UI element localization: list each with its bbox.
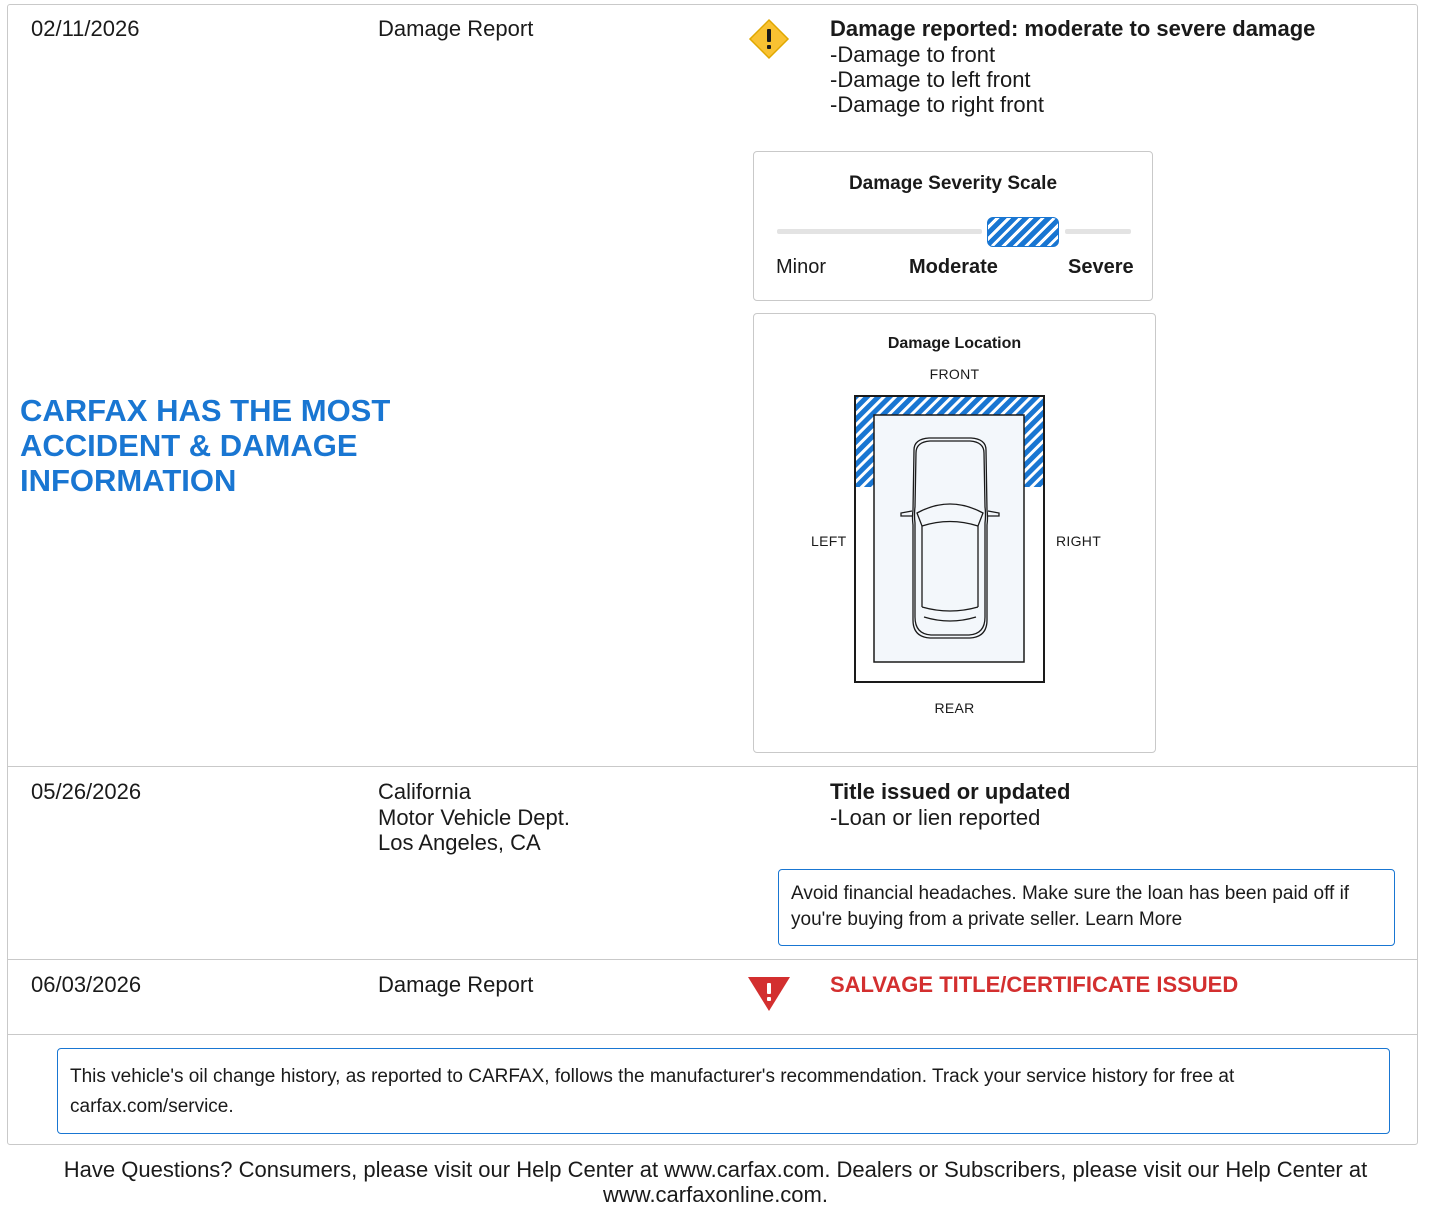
alert-triangle-icon (748, 977, 790, 1011)
severity-track (1065, 229, 1131, 234)
salvage-headline: SALVAGE TITLE/CERTIFICATE ISSUED (830, 972, 1239, 997)
severity-label-minor: Minor (776, 256, 827, 278)
record-date: 02/11/2026 (31, 16, 140, 41)
location-title: Damage Location (887, 335, 1022, 352)
damage-details: -Damage to front -Damage to left front -… (830, 42, 1044, 117)
location-right-label: RIGHT (1056, 533, 1102, 549)
severity-scale-card: Damage Severity Scale Minor Moderate Sev… (753, 151, 1153, 301)
title-detail: -Loan or lien reported (830, 805, 1041, 830)
warning-diamond-icon (748, 18, 790, 60)
record-source-line: California (378, 779, 471, 804)
record-date: 06/03/2026 (31, 972, 142, 997)
loan-tip-text: Avoid financial headaches. Make sure the… (791, 883, 1350, 930)
severity-label-moderate: Moderate (909, 256, 998, 278)
oil-notice-box: This vehicle's oil change history, as re… (57, 1048, 1390, 1134)
row-divider (8, 766, 1418, 767)
location-front-label: FRONT (929, 366, 980, 382)
record-date: 05/26/2026 (31, 779, 142, 804)
record-source-line: Los Angeles, CA (378, 830, 541, 855)
damage-detail-item: -Damage to left front (830, 67, 1031, 92)
severity-label-severe: Severe (1068, 256, 1134, 278)
car-diagram (854, 395, 1045, 683)
learn-more-link[interactable]: Learn More (1085, 909, 1182, 930)
severity-title: Damage Severity Scale (848, 173, 1058, 194)
footer-text: Have Questions? Consumers, please visit … (63, 1157, 1368, 1207)
oil-notice-text: This vehicle's oil change history, as re… (70, 1066, 1235, 1117)
loan-tip-box: Avoid financial headaches. Make sure the… (778, 869, 1395, 946)
damage-location-card: Damage Location FRONT REAR LEFT RIGHT (753, 313, 1156, 753)
title-headline: Title issued or updated (830, 779, 1071, 804)
location-rear-label: REAR (934, 700, 975, 716)
record-source: Damage Report (378, 16, 534, 41)
promo-text: CARFAX HAS THE MOST ACCIDENT & DAMAGE IN… (20, 393, 391, 498)
record-source-line: Motor Vehicle Dept. (378, 805, 570, 830)
row-divider (8, 1034, 1418, 1035)
damage-detail-item: -Damage to right front (830, 92, 1044, 117)
damage-detail-item: -Damage to front (830, 42, 996, 67)
record-source: Damage Report (378, 972, 534, 997)
damage-headline: Damage reported: moderate to severe dama… (830, 16, 1316, 41)
row-divider (8, 959, 1418, 960)
location-left-label: LEFT (811, 533, 847, 549)
severity-track (777, 229, 982, 234)
severity-indicator (987, 217, 1059, 247)
